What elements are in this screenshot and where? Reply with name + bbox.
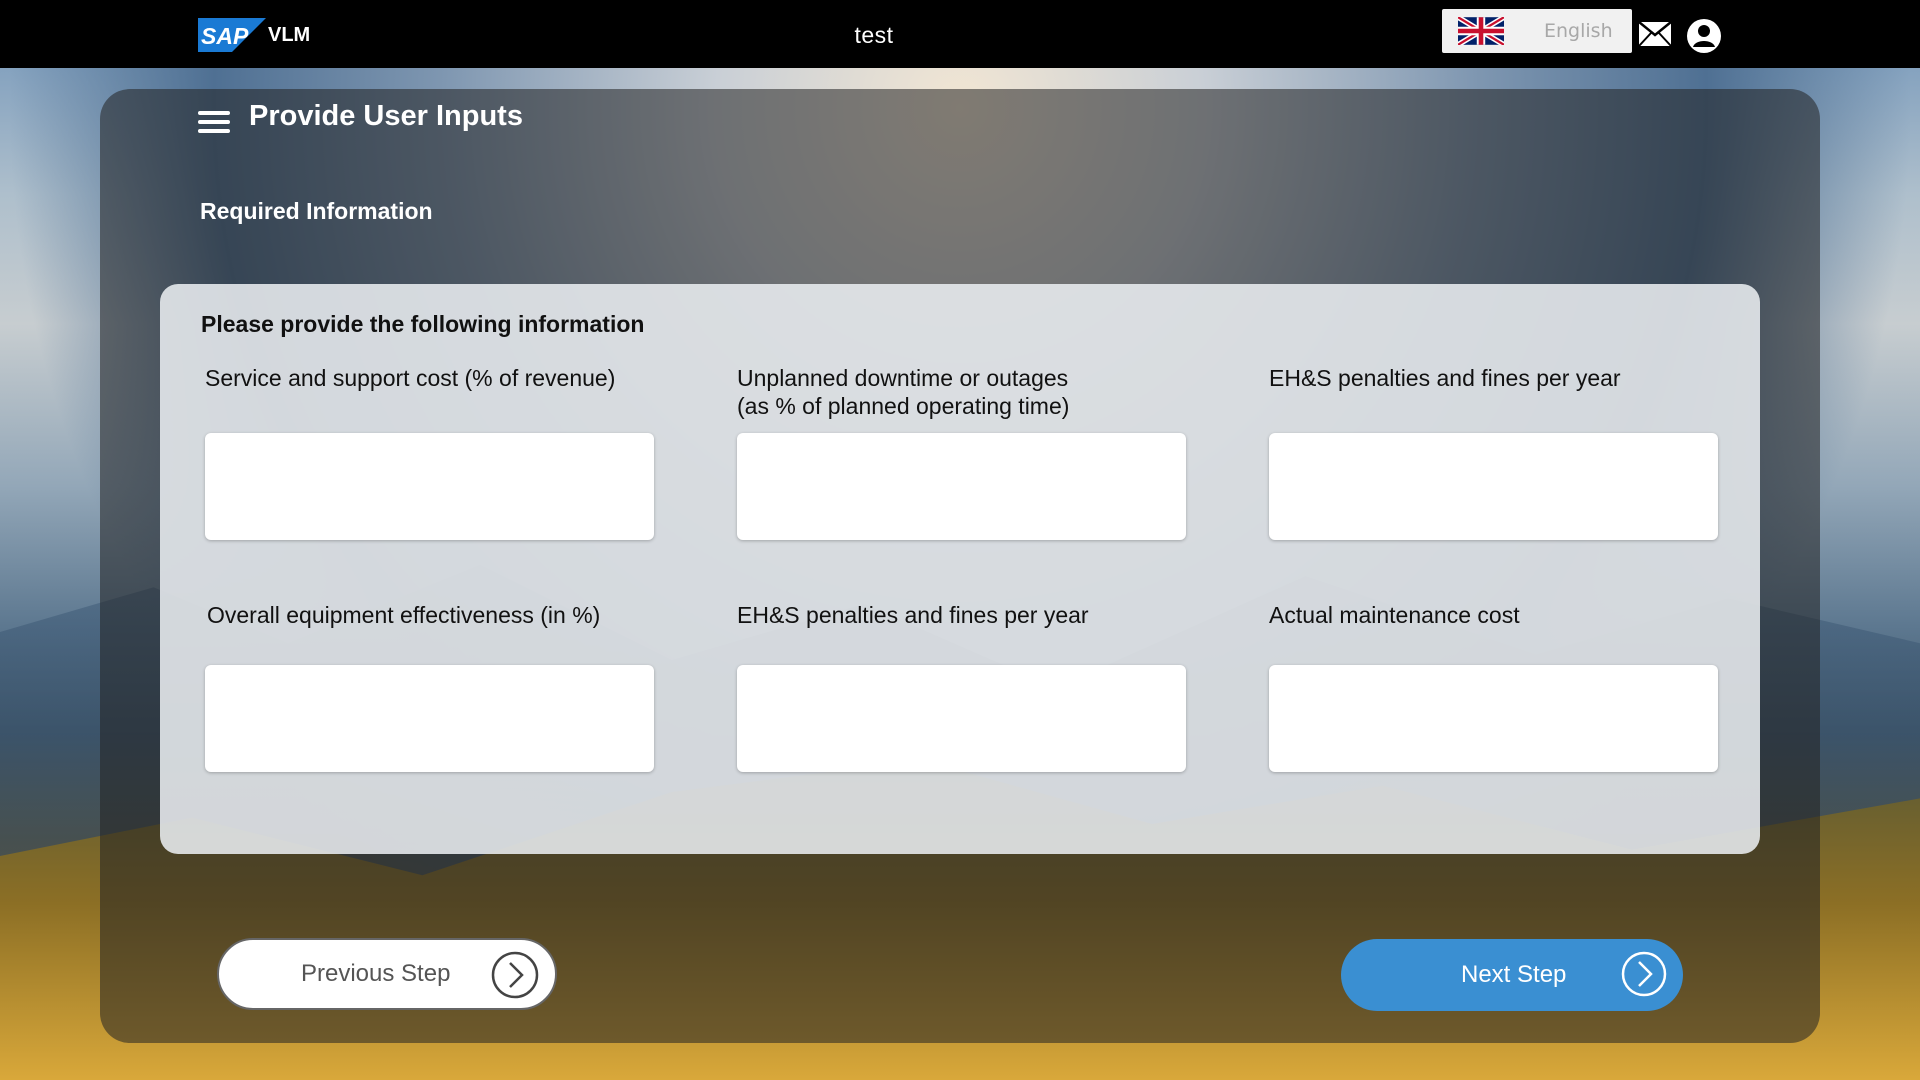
field-label-maintenance-cost: Actual maintenance cost [1269, 602, 1520, 628]
service-support-cost-input[interactable] [205, 433, 654, 540]
hamburger-menu-icon[interactable] [198, 109, 230, 135]
next-step-label: Next Step [1461, 961, 1567, 988]
chevron-right-circle-icon [491, 951, 539, 999]
field-label-ehs-penalties-2: EH&S penalties and fines per year [737, 602, 1089, 628]
field-label-ehs-penalties: EH&S penalties and fines per year [1269, 365, 1621, 391]
section-title: Required Information [200, 198, 433, 224]
user-account-icon[interactable] [1686, 18, 1722, 54]
language-selector[interactable]: English [1442, 9, 1632, 53]
oee-input[interactable] [205, 665, 654, 772]
field-label-oee: Overall equipment effectiveness (in %) [207, 602, 601, 628]
language-label: English [1544, 20, 1613, 42]
form-heading: Please provide the following information [201, 311, 645, 337]
ehs-penalties-input-2[interactable] [737, 665, 1186, 772]
previous-step-button[interactable]: Previous Step [217, 938, 557, 1010]
maintenance-cost-input[interactable] [1269, 665, 1718, 772]
page-title: Provide User Inputs [249, 100, 523, 132]
field-label-unplanned-downtime: Unplanned downtime or outages (as % of p… [737, 365, 1070, 419]
field-label-service-support-cost: Service and support cost (% of revenue) [205, 365, 616, 391]
ehs-penalties-input[interactable] [1269, 433, 1718, 540]
previous-step-label: Previous Step [301, 960, 451, 987]
uk-flag-icon [1458, 17, 1504, 45]
chevron-right-circle-icon [1621, 951, 1667, 997]
mail-icon[interactable] [1638, 20, 1672, 48]
unplanned-downtime-input[interactable] [737, 433, 1186, 540]
next-step-button[interactable]: Next Step [1341, 939, 1683, 1011]
top-bar: SAP VLM test English [0, 0, 1920, 68]
